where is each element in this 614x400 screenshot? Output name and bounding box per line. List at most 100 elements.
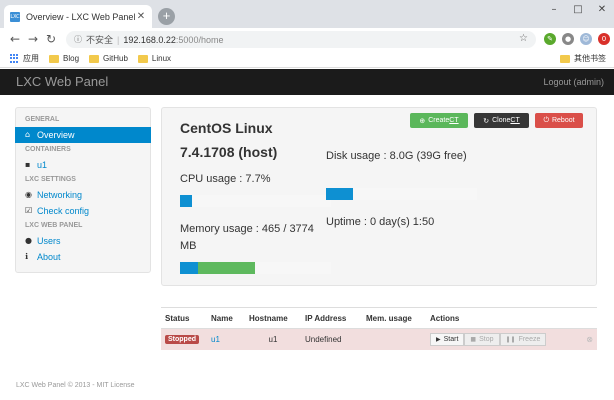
reboot-label: Reboot — [551, 117, 575, 124]
column-header-mem: Mem. usage — [362, 307, 426, 329]
home-icon: ⌂ — [25, 130, 31, 139]
sidebar-item-check-config[interactable]: ☑ Check config — [16, 203, 150, 219]
memory-usage-bar-fill-primary — [180, 262, 199, 274]
address-bar[interactable]: ⓘ 不安全 | 192.168.0.22:5000/home ☆ — [66, 31, 536, 48]
reload-icon[interactable]: ↻ — [42, 32, 60, 46]
extension-badge-icon[interactable]: 0 — [598, 33, 610, 45]
nav-header-lxc-settings: LXC Settings — [25, 176, 76, 183]
forward-icon[interactable]: → — [24, 32, 42, 46]
actions-cell: ▶ Start ■ Stop ❚❚ Freeze ⊗ — [426, 328, 597, 350]
url-host: 192.168.0.22 — [123, 34, 176, 45]
close-window-icon[interactable]: ✕ — [590, 0, 614, 20]
bookmark-github[interactable]: GitHub — [89, 54, 128, 63]
globe-icon: ◉ — [25, 190, 32, 199]
logout-link[interactable]: Logout (admin) — [543, 77, 604, 87]
profile-avatar-icon[interactable]: ☺ — [580, 33, 592, 45]
sidebar-item-users[interactable]: ● Users — [16, 233, 150, 249]
folder-icon — [137, 54, 148, 63]
memory-usage-label: Memory usage : 465 / 3774 MB — [180, 223, 314, 252]
create-ct-label-ct: CT — [449, 117, 459, 124]
sidebar-item-label: Check config — [37, 206, 90, 216]
status-cell: Stopped — [161, 328, 207, 350]
freeze-label: Freeze — [518, 335, 541, 343]
bookmark-label: Linux — [151, 54, 172, 63]
power-icon: ⏻ — [543, 116, 549, 124]
apps-grid-icon — [10, 54, 19, 63]
clone-ct-label: Clone — [492, 117, 511, 124]
play-icon: ▶ — [436, 335, 441, 343]
actions-wrapper: ▶ Start ■ Stop ❚❚ Freeze ⊗ — [430, 332, 593, 346]
new-tab-button[interactable]: + — [158, 8, 175, 25]
os-name: CentOS Linux — [180, 120, 273, 136]
app-navbar: LXC Web Panel Logout (admin) — [0, 69, 614, 95]
close-tab-icon[interactable]: ✕ — [136, 11, 146, 22]
sidebar-item-about[interactable]: ℹ About — [16, 249, 150, 265]
minimize-icon[interactable]: – — [542, 0, 566, 20]
container-icon: ▪ — [25, 160, 31, 169]
bookmark-blog[interactable]: Blog — [49, 54, 79, 63]
bookmark-star-icon[interactable]: ☆ — [519, 33, 528, 44]
extension-leaf-icon[interactable]: ✎ — [544, 33, 556, 45]
mem-cell — [362, 328, 426, 350]
stop-icon: ■ — [470, 335, 477, 343]
plus-circle-icon: ⊕ — [419, 116, 426, 125]
memory-usage-bar-fill-secondary — [198, 262, 256, 274]
create-ct-label: Create — [428, 117, 450, 124]
other-bookmarks-label: 其他书签 — [574, 54, 606, 63]
sidebar-item-label: Overview — [37, 130, 75, 140]
container-name-link[interactable]: u1 — [211, 335, 220, 344]
bookmark-label: Blog — [63, 54, 80, 63]
sidebar-item-networking[interactable]: ◉ Networking — [16, 187, 150, 203]
hostname-cell: u1 — [245, 328, 301, 350]
containers-table: Status Name Hostname IP Address Mem. usa… — [161, 307, 597, 350]
stop-button[interactable]: ■ Stop — [464, 332, 500, 346]
column-header-status: Status — [161, 307, 207, 329]
maximize-icon[interactable]: □ — [566, 0, 590, 20]
create-ct-button[interactable]: ⊕ Create CT — [410, 113, 468, 128]
host-overview-panel: ⊕ Create CT ↻ Clone CT ⏻ Reboot CentOS L… — [161, 107, 597, 286]
disk-usage-bar-fill — [326, 188, 354, 200]
bookmark-apps[interactable]: 应用 — [10, 53, 39, 64]
url-path: :5000/home — [175, 34, 224, 45]
disk-usage-label: Disk usage : 8.0G (39G free) — [326, 150, 467, 162]
column-header-ip: IP Address — [301, 307, 362, 329]
start-button[interactable]: ▶ Start — [430, 332, 465, 346]
bookmark-linux[interactable]: Linux — [137, 54, 172, 63]
other-bookmarks[interactable]: 其他书签 — [560, 53, 606, 64]
sidebar-nav: General ⌂ Overview Containers ▪ u1 LXC S… — [15, 107, 151, 273]
cpu-usage-bar — [180, 195, 331, 207]
os-version: 7.4.1708 (host) — [180, 144, 278, 160]
memory-usage-bar — [180, 262, 331, 274]
freeze-button[interactable]: ❚❚ Freeze — [499, 332, 547, 346]
info-circle-icon[interactable]: ⓘ — [74, 34, 82, 45]
brand-link[interactable]: LXC Web Panel — [16, 74, 108, 89]
reboot-button[interactable]: ⏻ Reboot — [535, 113, 583, 128]
page-footer: LXC Web Panel © 2013 - MIT License — [16, 382, 135, 389]
cpu-usage-label: CPU usage : 7.7% — [180, 173, 271, 185]
sidebar-item-label: u1 — [37, 160, 48, 170]
insecure-label: 不安全 — [86, 35, 114, 45]
nav-header-containers: Containers — [25, 146, 71, 153]
window-controls: – □ ✕ — [542, 0, 614, 20]
sidebar-item-label: About — [37, 252, 61, 262]
user-icon: ● — [25, 236, 32, 245]
nav-header-general: General — [25, 116, 60, 123]
separator: | — [117, 34, 120, 45]
back-icon[interactable]: ← — [6, 32, 24, 46]
extension-icons: ✎ ● ☺ 0 ⋮ — [544, 32, 614, 46]
browser-toolbar: ← → ↻ ⓘ 不安全 | 192.168.0.22:5000/home ☆ ✎… — [0, 28, 614, 50]
action-button-group: ▶ Start ■ Stop ❚❚ Freeze — [430, 332, 547, 346]
browser-tab[interactable]: LXC Overview - LXC Web Panel ✕ — [4, 5, 152, 28]
sidebar-item-overview[interactable]: ⌂ Overview — [15, 127, 151, 143]
bookmarks-bar: 应用 Blog GitHub Linux 其他书签 — [0, 50, 614, 68]
pause-icon: ❚❚ — [505, 335, 516, 343]
folder-icon — [560, 54, 570, 63]
destroy-container-icon[interactable]: ⊗ — [586, 335, 593, 344]
column-header-name: Name — [207, 307, 245, 329]
folder-icon — [89, 54, 100, 63]
extension-grey-icon[interactable]: ● — [562, 33, 574, 45]
ip-cell: Undefined — [301, 328, 362, 350]
clone-ct-button[interactable]: ↻ Clone CT — [474, 113, 529, 128]
info-icon: ℹ — [25, 252, 29, 261]
sidebar-item-u1[interactable]: ▪ u1 — [16, 157, 150, 173]
